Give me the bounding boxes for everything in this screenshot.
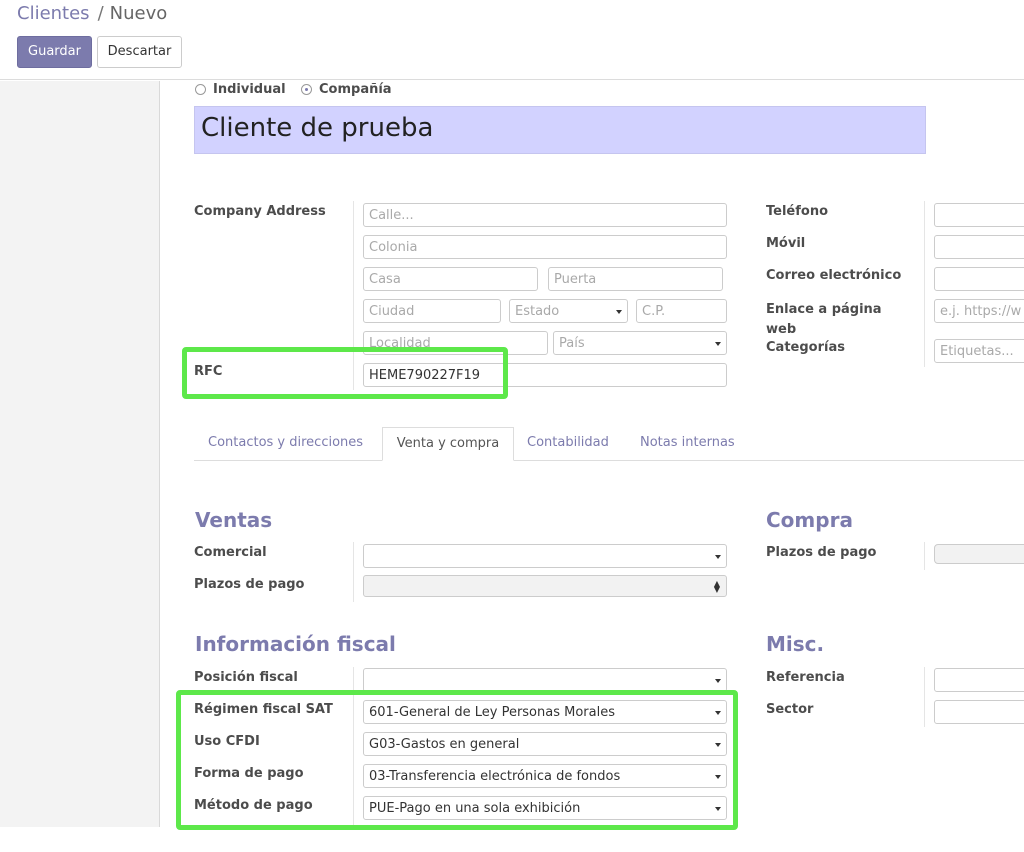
puerta-input[interactable]: Puerta [548, 267, 723, 291]
save-button[interactable]: Guardar [17, 36, 92, 68]
tab-sales-purchase[interactable]: Venta y compra [382, 427, 514, 461]
website-input[interactable]: e.j. https://w [934, 299, 1024, 323]
reference-label: Referencia [766, 670, 845, 685]
colonia-input[interactable]: Colonia [363, 235, 727, 259]
tab-contacts[interactable]: Contactos y direcciones [208, 427, 363, 461]
sales-section-title: Ventas [195, 508, 273, 532]
purchase-section-title: Compra [766, 508, 853, 532]
sheet-background-left [0, 81, 160, 827]
breadcrumb-separator: / [97, 3, 104, 24]
control-panel: Clientes / Nuevo Guardar Descartar [0, 0, 1024, 80]
categories-label: Categorías [766, 340, 845, 355]
breadcrumb: Clientes / Nuevo [17, 3, 167, 24]
purchase-terms-label: Plazos de pago [766, 545, 877, 560]
mobile-input[interactable] [934, 235, 1024, 259]
ciudad-input[interactable]: Ciudad [363, 299, 501, 323]
phone-input[interactable] [934, 203, 1024, 227]
country-select[interactable]: País [553, 331, 727, 355]
reference-input[interactable] [934, 668, 1024, 692]
purchase-divider [924, 542, 925, 570]
chevron-down-icon [715, 679, 721, 683]
estado-select-value: Estado [515, 304, 560, 319]
page-footer [0, 827, 1024, 852]
radio-company-label[interactable]: Compañía [319, 82, 392, 97]
sales-terms-label: Plazos de pago [194, 577, 305, 592]
mobile-label: Móvil [766, 236, 806, 251]
radio-company[interactable] [301, 84, 312, 95]
tab-accounting[interactable]: Contabilidad [527, 427, 609, 461]
sales-terms-select[interactable]: ▲ ▼ [363, 575, 727, 597]
radio-individual[interactable] [195, 84, 206, 95]
purchase-terms-select[interactable] [934, 544, 1024, 564]
tab-internal-notes[interactable]: Notas internas [640, 427, 735, 461]
salesperson-select[interactable] [363, 544, 727, 568]
fiscal-highlight-box [176, 690, 738, 830]
sector-label: Sector [766, 702, 814, 717]
phone-label: Teléfono [766, 204, 829, 219]
discard-button[interactable]: Descartar [97, 36, 182, 68]
casa-input[interactable]: Casa [363, 267, 538, 291]
breadcrumb-parent[interactable]: Clientes [17, 3, 90, 24]
fiscal-section-title: Información fiscal [195, 632, 396, 656]
country-select-value: País [559, 336, 585, 351]
email-input[interactable] [934, 267, 1024, 291]
estado-select[interactable]: Estado [509, 299, 628, 323]
street-input[interactable]: Calle... [363, 203, 727, 227]
misc-section-title: Misc. [766, 632, 825, 656]
breadcrumb-current: Nuevo [109, 3, 168, 24]
partner-name-input[interactable]: Cliente de prueba [194, 106, 926, 154]
fiscal-position-label: Posición fiscal [194, 670, 298, 685]
rfc-highlight-box [182, 347, 508, 399]
salesperson-label: Comercial [194, 545, 267, 560]
website-label: Enlace a página web [766, 302, 882, 337]
misc-divider [924, 667, 925, 727]
address-label: Company Address [194, 204, 326, 219]
contact-divider [924, 201, 925, 367]
email-label: Correo electrónico [766, 268, 902, 283]
fiscal-position-select[interactable] [363, 668, 727, 692]
sector-input[interactable] [934, 700, 1024, 724]
categories-input[interactable]: Etiquetas... [934, 339, 1024, 363]
chevron-down-icon [715, 555, 721, 559]
zip-input[interactable]: C.P. [636, 299, 727, 323]
chevron-down-icon [616, 310, 622, 314]
chevron-down-icon [715, 342, 721, 346]
updown-icon: ▲ ▼ [713, 579, 720, 594]
sales-divider [353, 542, 354, 602]
radio-individual-label[interactable]: Individual [213, 82, 286, 97]
